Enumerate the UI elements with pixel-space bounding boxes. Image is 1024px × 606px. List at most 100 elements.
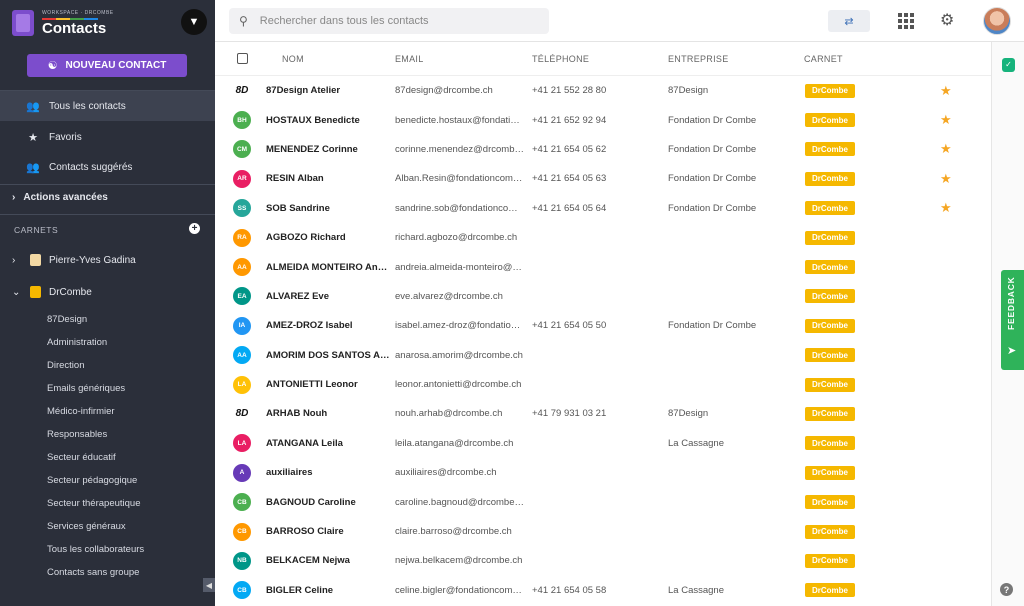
- app-switcher-chevron-down-icon[interactable]: ▼: [181, 9, 207, 35]
- header-carnet[interactable]: CARNET: [804, 54, 843, 64]
- contact-avatar: CB: [233, 522, 251, 541]
- contact-email: auxiliaires@drcombe.ch: [395, 467, 497, 479]
- contact-email: nejwa.belkacem@drcombe.ch: [395, 555, 523, 567]
- suggested-contacts-icon: 👥: [26, 161, 40, 174]
- contact-name: BIGLER Celine: [266, 584, 334, 596]
- table-row[interactable]: CB BAGNOUD Caroline caroline.bagnoud@drcom…: [215, 487, 991, 517]
- favorite-star-icon[interactable]: ★: [940, 171, 952, 187]
- shield-check-icon[interactable]: ✓: [1002, 58, 1015, 72]
- table-row[interactable]: IA AMEZ-DROZ Isabel isabel.amez-droz@fonda…: [215, 311, 991, 341]
- group-emails-generiques[interactable]: Emails génériques: [47, 383, 125, 394]
- search-bar[interactable]: ⚲: [229, 8, 549, 34]
- contact-company: Fondation Dr Combe: [668, 143, 757, 155]
- contact-email: Alban.Resin@fondationcombe.ch: [395, 173, 525, 185]
- table-row[interactable]: AR RESIN Alban Alban.Resin@fondationcombe.…: [215, 164, 991, 193]
- nav-favorites[interactable]: ★ Favoris: [0, 122, 215, 152]
- search-icon: ⚲: [239, 14, 248, 28]
- carnet-badge: DrCombe: [805, 201, 855, 216]
- table-row[interactable]: EA ALVAREZ Eve eve.alvarez@drcombe.ch DrCom…: [215, 282, 991, 311]
- carnet-badge: DrCombe: [805, 406, 855, 421]
- group-secteur-pedagogique[interactable]: Secteur pédagogique: [47, 475, 137, 486]
- header-email[interactable]: EMAIL: [395, 54, 424, 64]
- contact-name: ATANGANA Leila: [266, 437, 343, 449]
- contact-avatar: RA: [233, 228, 251, 247]
- contacts-table: NOM EMAIL TÉLÉPHONE ENTREPRISE CARNET 8D…: [215, 42, 991, 605]
- table-row[interactable]: LA ATANGANA Leila leila.atangana@drcombe.c…: [215, 428, 991, 459]
- help-icon[interactable]: ?: [1000, 583, 1013, 596]
- contact-email: celine.bigler@fondationcombe.ch: [395, 584, 525, 596]
- table-row[interactable]: 8D 87Design Atelier 87design@drcombe.ch +41…: [215, 76, 991, 106]
- group-administration[interactable]: Administration: [47, 337, 107, 348]
- contact-company: Fondation Dr Combe: [668, 202, 757, 214]
- table-row[interactable]: Aauxiliaires auxiliaires@drcombe.ch DrComb…: [215, 458, 991, 487]
- carnet-pierre-yves-gadina[interactable]: › Pierre-Yves Gadina: [12, 254, 136, 266]
- table-row[interactable]: SS SOB Sandrine sandrine.sob@fondationcomb…: [215, 193, 991, 223]
- group-medico-infirmier[interactable]: Médico-infirmier: [47, 406, 115, 417]
- table-row[interactable]: 8D ARHAB Nouh nouh.arhab@drcombe.ch +41 79 …: [215, 399, 991, 428]
- user-avatar[interactable]: [983, 7, 1011, 35]
- header-phone[interactable]: TÉLÉPHONE: [532, 54, 589, 64]
- group-responsables[interactable]: Responsables: [47, 429, 107, 440]
- apps-grid-icon[interactable]: [898, 13, 914, 29]
- feedback-tab[interactable]: FEEDBACK ➤: [1001, 270, 1024, 370]
- app-brand[interactable]: WORKSPACE · DRCOMBE Contacts: [12, 6, 114, 40]
- table-row[interactable]: RA AGBOZO Richard richard.agbozo@drcombe.c…: [215, 223, 991, 252]
- carnet-badge: DrCombe: [805, 553, 855, 568]
- group-secteur-therapeutique[interactable]: Secteur thérapeutique: [47, 498, 140, 509]
- settings-gear-icon[interactable]: ⚙: [940, 10, 954, 30]
- contact-phone: +41 21 654 05 62: [532, 143, 607, 155]
- group-direction[interactable]: Direction: [47, 360, 85, 371]
- collapse-sidebar-chevron-left-icon[interactable]: ◀: [203, 578, 215, 592]
- favorite-star-icon[interactable]: ★: [940, 112, 952, 128]
- table-row[interactable]: CM MENENDEZ Corinne corinne.menendez@drcom…: [215, 134, 991, 165]
- group-tous-les-collaborateurs[interactable]: Tous les collaborateurs: [47, 544, 144, 555]
- contact-company: La Cassagne: [668, 437, 724, 449]
- group-87design[interactable]: 87Design: [47, 314, 87, 325]
- sync-status-icon[interactable]: ⇄: [828, 10, 870, 32]
- advanced-actions-toggle[interactable]: › Actions avancées: [12, 192, 108, 203]
- nav-suggested-contacts[interactable]: 👥 Contacts suggérés: [0, 152, 215, 182]
- contact-email: anarosa.amorim@drcombe.ch: [395, 349, 523, 361]
- contact-company: Fondation Dr Combe: [668, 114, 757, 126]
- search-input[interactable]: [259, 15, 520, 27]
- table-row[interactable]: NB BELKACEM Nejwa nejwa.belkacem@drcombe.c…: [215, 546, 991, 576]
- contact-avatar: AA: [233, 346, 251, 365]
- contact-avatar: AA: [233, 258, 251, 277]
- group-secteur-educatif[interactable]: Secteur éducatif: [47, 452, 116, 463]
- contact-name: ARHAB Nouh: [266, 408, 328, 420]
- table-row[interactable]: CB BARROSO Claire claire.barroso@drcombe.c…: [215, 517, 991, 546]
- table-row[interactable]: AA AMORIM DOS SANTOS Anarosaanarosa.amori…: [215, 341, 991, 370]
- table-header: NOM EMAIL TÉLÉPHONE ENTREPRISE CARNET: [215, 42, 991, 76]
- table-row[interactable]: CB BIGLER Celine celine.bigler@fondationco…: [215, 576, 991, 605]
- favorite-star-icon[interactable]: ★: [940, 200, 952, 216]
- contact-name: HOSTAUX Benedicte: [266, 114, 360, 126]
- feedback-label: FEEDBACK: [1006, 276, 1016, 330]
- divider: [0, 184, 215, 185]
- carnet-badge: DrCombe: [805, 495, 855, 510]
- contact-avatar: AR: [233, 169, 251, 188]
- carnet-badge: DrCombe: [805, 142, 855, 157]
- carnet-drcombe[interactable]: ⌄ DrCombe: [12, 286, 92, 298]
- select-all-checkbox[interactable]: [237, 53, 248, 64]
- header-name[interactable]: NOM: [282, 54, 304, 64]
- carnet-label: Pierre-Yves Gadina: [49, 254, 136, 266]
- contact-phone: +41 21 652 92 94: [532, 114, 607, 126]
- contact-phone: +41 21 552 28 80: [532, 85, 607, 97]
- favorite-star-icon[interactable]: ★: [940, 83, 952, 99]
- contact-company: 87Design: [668, 85, 709, 97]
- carnet-badge: DrCombe: [805, 113, 855, 128]
- header-company[interactable]: ENTREPRISE: [668, 54, 729, 64]
- contact-email: richard.agbozo@drcombe.ch: [395, 232, 518, 244]
- new-contact-button[interactable]: ☯ NOUVEAU CONTACT: [27, 54, 187, 77]
- table-row[interactable]: LA ANTONIETTI Leonor leonor.antonietti@drc…: [215, 369, 991, 400]
- table-row[interactable]: BH HOSTAUX Benedicte benedicte.hostaux@fon…: [215, 105, 991, 134]
- table-row[interactable]: AA ALMEIDA MONTEIRO Andreia andreia.almeid…: [215, 252, 991, 282]
- add-carnet-plus-icon[interactable]: +: [189, 223, 200, 234]
- favorite-star-icon[interactable]: ★: [940, 141, 952, 157]
- contact-email: sandrine.sob@fondationcombe.ch: [395, 202, 525, 214]
- app-title: Contacts: [42, 19, 107, 37]
- group-contacts-sans-groupe[interactable]: Contacts sans groupe: [47, 567, 139, 578]
- group-services-generaux[interactable]: Services généraux: [47, 521, 126, 532]
- nav-all-contacts[interactable]: 👥 Tous les contacts: [0, 91, 215, 121]
- contact-phone: +41 21 654 05 63: [532, 173, 607, 185]
